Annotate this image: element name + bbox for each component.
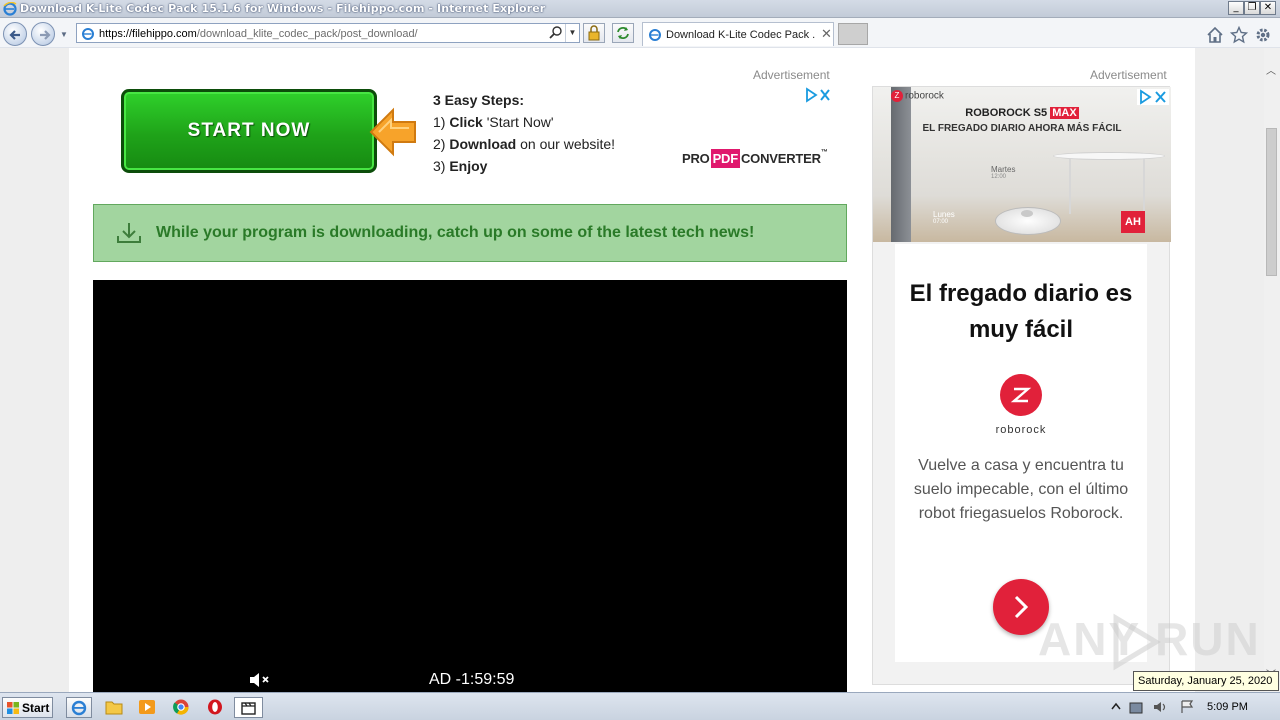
windows-logo-icon [7,702,19,714]
ad-choices-icon[interactable] [1137,89,1169,105]
date-tooltip: Saturday, January 25, 2020 [1133,671,1279,691]
roborock-ad-card: El fregado diario es muy fácil roborock … [895,244,1147,662]
time-label: 12:00 [991,174,1007,180]
roborock-product-image: Zroborock ROBOROCK S5 MAX EL FREGADO DIA… [873,87,1171,242]
roborock-ad-subtitle: EL FREGADO DIARIO AHORA MÁS FÁCIL [922,123,1122,134]
lock-icon [588,25,600,41]
refresh-button[interactable] [612,23,634,43]
gear-icon[interactable] [1254,26,1272,44]
tab-filehippo[interactable]: Download K-Lite Codec Pack ... ✕ [642,22,834,46]
roborock-side-ad[interactable]: Zroborock ROBOROCK S5 MAX EL FREGADO DIA… [872,86,1171,685]
ah-logo: AH [1121,211,1145,233]
url-text: https://filehippo.com/download_klite_cod… [99,28,418,40]
day-label: Martes [991,165,1016,174]
steps-heading: 3 Easy Steps: [433,92,525,108]
tab-label: Download K-Lite Codec Pack ... [666,29,816,41]
roborock-logo-icon [1000,374,1042,416]
forward-arrow-icon [40,30,51,40]
security-lock-button[interactable] [583,23,605,43]
advertisement-label: Advertisement [753,68,830,82]
start-label: Start [22,701,50,715]
start-now-button[interactable]: START NOW [121,89,377,173]
ad-timer: AD -1:59:59 [429,671,515,688]
time-label: 07:00 [933,219,949,225]
ad-choices-icon[interactable] [804,87,832,103]
address-bar[interactable]: https://filehippo.com/download_klite_cod… [76,23,580,43]
address-dropdown-icon[interactable]: ▼ [565,24,579,42]
internet-explorer-icon [71,700,87,716]
search-icon[interactable] [548,25,564,41]
day-label: Lunes [933,210,955,219]
taskbar-app[interactable] [234,697,263,718]
robot-sensor-shape [1021,210,1033,217]
table-leg [1143,159,1145,214]
title-bar: Download K-Lite Codec Pack 15.1.6 for Wi… [0,0,1280,18]
recent-pages-dropdown-icon[interactable]: ▼ [60,30,68,39]
opera-icon[interactable] [205,698,225,716]
chrome-icon[interactable] [171,698,191,716]
arrow-left-icon [369,107,416,157]
star-icon[interactable] [1230,26,1248,44]
internet-explorer-icon [3,2,17,16]
system-tray-icons[interactable] [1106,697,1196,717]
close-window-button[interactable]: ✕ [1260,1,1276,15]
step-1: 1) Click 'Start Now' [433,114,554,130]
maximize-button[interactable]: ❐ [1244,1,1260,15]
side-advertisement-label: Advertisement [1090,68,1167,82]
tab-favicon-icon [649,29,661,41]
roborock-small-logo: Zroborock [891,90,944,102]
table-leg [1069,159,1071,214]
back-button[interactable] [3,22,27,46]
tab-close-icon[interactable]: ✕ [821,26,832,42]
media-player-icon[interactable] [137,698,157,716]
step-2: 2) Download on our website! [433,136,616,152]
refresh-icon [617,27,629,39]
roborock-ad-title: ROBOROCK S5 MAX [965,107,1079,119]
scroll-up-icon[interactable]: ︿ [1266,62,1276,77]
new-tab-button[interactable] [838,23,868,45]
window-title: Download K-Lite Codec Pack 15.1.6 for Wi… [20,2,546,15]
clapperboard-icon [241,702,256,715]
start-button[interactable]: Start [2,697,53,718]
banner-text: While your program is downloading, catch… [156,224,755,241]
forward-button[interactable] [31,22,55,46]
page-viewport: Advertisement Advertisement START NOW 3 … [0,48,1264,692]
play-icon [1113,613,1161,671]
page-favicon-icon [82,28,94,40]
scrollbar-thumb[interactable] [1266,128,1277,276]
home-icon[interactable] [1206,26,1224,44]
chevron-right-icon [1014,595,1029,619]
video-ad-player[interactable]: AD -1:59:59 [93,280,847,692]
taskbar: Start 5:09 PM [0,692,1280,720]
pro-pdf-converter-logo[interactable]: PRO PDF CONVERTER™ [682,149,828,168]
back-arrow-icon [9,30,20,40]
easy-steps-list: 3 Easy Steps: 1) Click 'Start Now' 2) Do… [433,89,615,177]
minimize-button[interactable]: _ [1228,1,1244,15]
tech-news-banner[interactable]: While your program is downloading, catch… [93,204,847,262]
card-body-text: Vuelve a casa y encuentra tu suelo impec… [913,457,1129,522]
folder-icon[interactable] [104,698,124,716]
step-3: 3) Enjoy [433,158,488,174]
vertical-scrollbar[interactable]: ︿ ﹀ [1264,48,1280,692]
download-icon [117,223,141,243]
mute-icon[interactable] [248,670,272,690]
start-now-label: START NOW [187,120,311,141]
taskbar-internet-explorer[interactable] [66,697,92,718]
brand-name: roborock [995,424,1047,436]
taskbar-clock[interactable]: 5:09 PM [1207,701,1248,713]
card-title: El fregado diario es muy fácil [909,280,1133,343]
page-content: Advertisement Advertisement START NOW 3 … [69,48,1195,692]
